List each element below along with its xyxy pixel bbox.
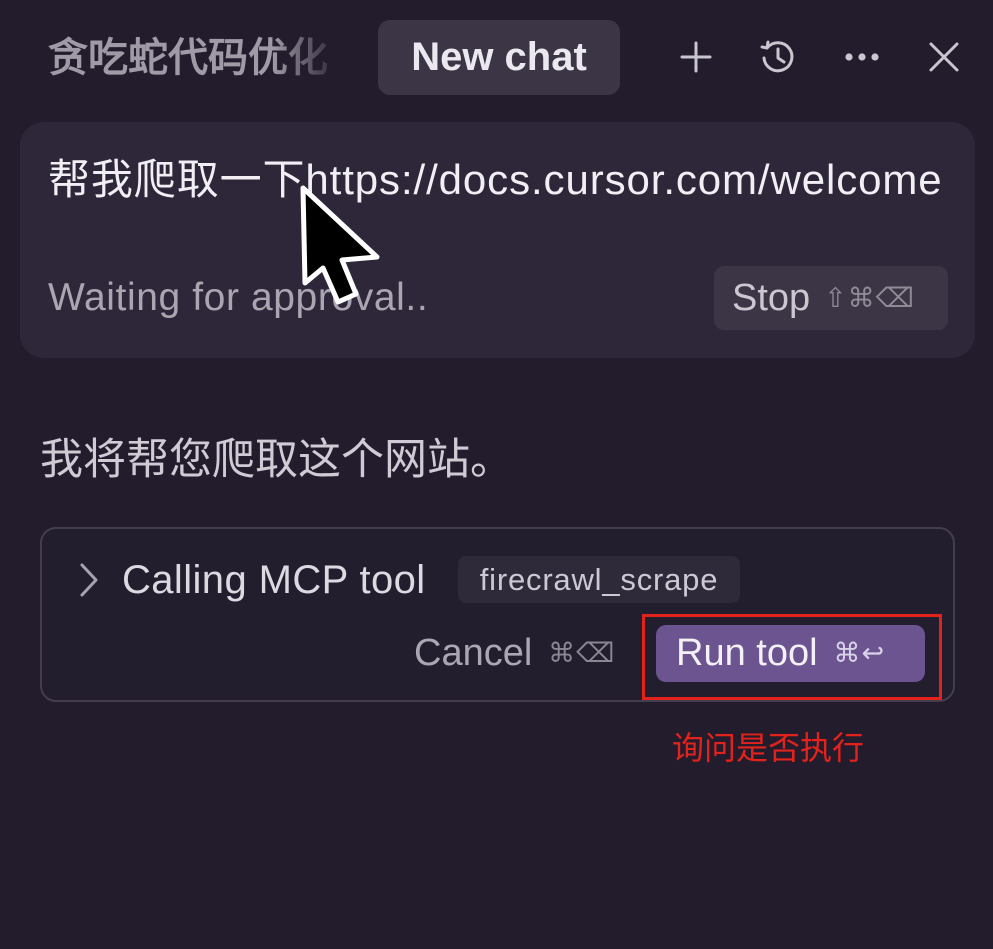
more-horizontal-icon[interactable] [842, 37, 882, 77]
close-panel-button[interactable] [924, 37, 964, 77]
cancel-button[interactable]: Cancel ⌘⌫ [414, 625, 615, 682]
history-button[interactable] [758, 37, 798, 77]
assistant-message: 我将帮您爬取这个网站。 [40, 436, 513, 484]
cancel-button-label: Cancel [414, 632, 533, 674]
stop-button[interactable]: Stop ⇧⌘⌫ [714, 266, 948, 330]
annotation-highlight-box [642, 614, 942, 700]
tool-name-badge: firecrawl_scrape [458, 556, 740, 603]
mouse-pointer-icon [300, 185, 380, 305]
user-prompt-box[interactable]: 帮我爬取一下https://docs.cursor.com/welcome Wa… [20, 122, 975, 358]
close-icon[interactable] [924, 37, 964, 77]
new-chat-button[interactable] [676, 37, 716, 77]
cancel-shortcut-hint: ⌘⌫ [548, 638, 616, 669]
history-icon[interactable] [758, 37, 798, 77]
annotation-note: 询问是否执行 [672, 730, 865, 766]
tab-previous-chat[interactable]: 贪吃蛇代码优化 [48, 29, 343, 87]
stop-shortcut-hint: ⇧⌘⌫ [824, 282, 915, 314]
tab-new-chat[interactable]: New chat [378, 20, 620, 95]
user-prompt-text: 帮我爬取一下https://docs.cursor.com/welcome [48, 156, 943, 203]
tool-call-title[interactable]: Calling MCP tool [122, 556, 426, 604]
stop-button-label: Stop [732, 276, 811, 319]
chevron-right-icon[interactable] [74, 562, 102, 598]
plus-icon[interactable] [676, 37, 716, 77]
more-options-button[interactable] [842, 37, 882, 77]
